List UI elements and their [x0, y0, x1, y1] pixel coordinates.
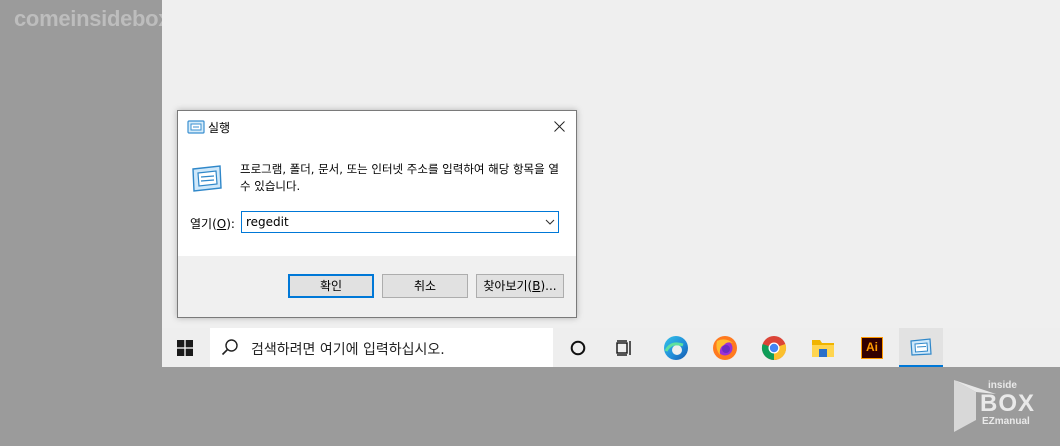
file-explorer-icon [812, 339, 834, 357]
search-icon [221, 339, 238, 356]
taskbar-search-box[interactable]: 검색하려면 여기에 입력하십시오. [210, 328, 553, 367]
start-button[interactable] [162, 328, 208, 367]
file-explorer-button[interactable] [801, 328, 845, 367]
ok-button[interactable]: 확인 [288, 274, 374, 298]
close-icon [553, 120, 565, 132]
dialog-title-bar[interactable]: 실행 [178, 111, 576, 143]
edge-button[interactable] [654, 328, 698, 367]
search-placeholder: 검색하려면 여기에 입력하십시오. [251, 342, 445, 358]
logo-text-box: BOX [980, 390, 1036, 417]
close-button[interactable] [542, 111, 576, 141]
run-taskbar-button[interactable] [899, 328, 943, 367]
taskbar: 검색하려면 여기에 입력하십시오. Ai [162, 328, 1060, 367]
open-input-value[interactable]: regedit [246, 215, 289, 229]
illustrator-icon: Ai [861, 336, 883, 359]
logo-text-ezmanual: EZmanual [982, 416, 1030, 427]
open-input[interactable]: regedit [241, 211, 559, 233]
open-label: 열기(O): [190, 217, 235, 231]
run-icon [910, 337, 932, 356]
run-icon [187, 120, 205, 134]
task-view-icon [616, 339, 631, 356]
chrome-icon [761, 335, 787, 360]
run-dialog: 실행 프로그램, 폴더, 문서, 또는 인터넷 주소를 입력하여 해당 항목을 … [177, 110, 577, 318]
chrome-button[interactable] [752, 328, 796, 367]
cortana-icon [570, 340, 586, 355]
firefox-icon [713, 335, 737, 360]
insidebox-logo: inside BOX EZmanual [952, 370, 1052, 440]
illustrator-button[interactable]: Ai [850, 328, 894, 367]
run-large-icon [192, 165, 222, 192]
chevron-down-icon[interactable] [545, 217, 555, 227]
browse-button[interactable]: 찾아보기(B)... [476, 274, 564, 298]
dialog-footer: 확인 취소 찾아보기(B)... [178, 256, 576, 317]
illustrator-icon-label: Ai [866, 339, 878, 354]
windows-icon [177, 339, 193, 356]
task-view-button[interactable] [603, 328, 647, 367]
dialog-title: 실행 [208, 121, 231, 135]
cancel-button[interactable]: 취소 [382, 274, 468, 298]
dialog-description: 프로그램, 폴더, 문서, 또는 인터넷 주소를 입력하여 해당 항목을 열 수… [240, 162, 559, 193]
edge-icon [664, 335, 688, 360]
cortana-button[interactable] [556, 328, 600, 367]
firefox-button[interactable] [703, 328, 747, 367]
